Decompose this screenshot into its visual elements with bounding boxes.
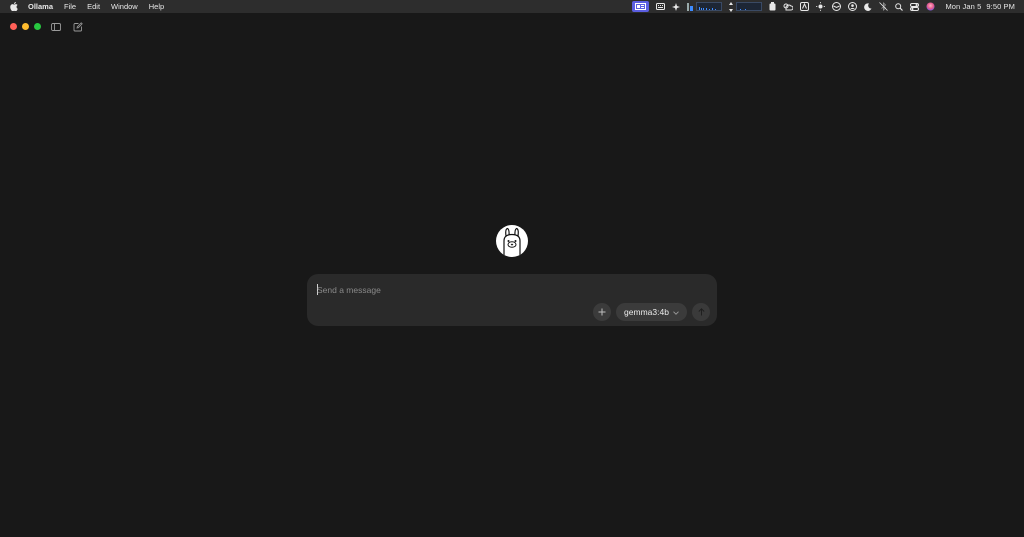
sidebar-icon[interactable] [50,21,61,32]
minimize-window-button[interactable] [22,23,29,30]
menu-window[interactable]: Window [111,2,138,11]
plus-icon [598,303,606,321]
account-icon[interactable] [848,0,858,13]
message-composer: gemma3:4b [307,274,717,326]
weather-icon[interactable] [783,0,794,13]
app-menu[interactable]: Ollama [28,2,53,11]
model-label: gemma3:4b [624,307,669,317]
control-center-icon[interactable] [910,0,920,13]
clock-time: 9:50 PM [986,2,1015,11]
text-icon[interactable] [800,0,810,13]
arrow-up-icon [697,303,705,321]
ollama-llama-icon [496,225,528,257]
layers-icon[interactable] [832,0,842,13]
message-input[interactable] [317,282,697,297]
menu-bar: Ollama File Edit Window Help Mon Jan 5 9… [0,0,1024,13]
menu-file[interactable]: File [64,2,76,11]
display-icon[interactable] [632,1,650,12]
keyboard-icon[interactable] [656,0,666,13]
new-chat-icon[interactable] [72,21,83,32]
menu-edit[interactable]: Edit [87,2,100,11]
sparkle-icon[interactable] [672,0,681,13]
moon-icon[interactable] [864,0,872,13]
search-icon[interactable] [895,0,904,13]
close-window-button[interactable] [10,23,17,30]
network-graph-icon[interactable] [729,0,763,13]
model-selector[interactable]: gemma3:4b [616,303,687,321]
attach-button[interactable] [593,303,611,321]
menu-help[interactable]: Help [149,2,164,11]
menu-bar-clock[interactable]: Mon Jan 5 9:50 PM [945,2,1015,11]
no-bluetooth-icon[interactable] [879,0,889,13]
window-controls [10,23,41,30]
brightness-icon[interactable] [816,0,826,13]
send-button[interactable] [692,303,710,321]
clock-date: Mon Jan 5 [945,2,982,11]
network-graph [736,2,763,11]
chevron-down-icon [673,307,679,317]
cpu-graph-icon[interactable] [687,0,723,13]
clipboard-icon[interactable] [769,0,776,13]
maximize-window-button[interactable] [34,23,41,30]
siri-icon[interactable] [926,0,935,13]
cpu-graph [696,2,723,11]
apple-icon[interactable] [9,2,19,12]
